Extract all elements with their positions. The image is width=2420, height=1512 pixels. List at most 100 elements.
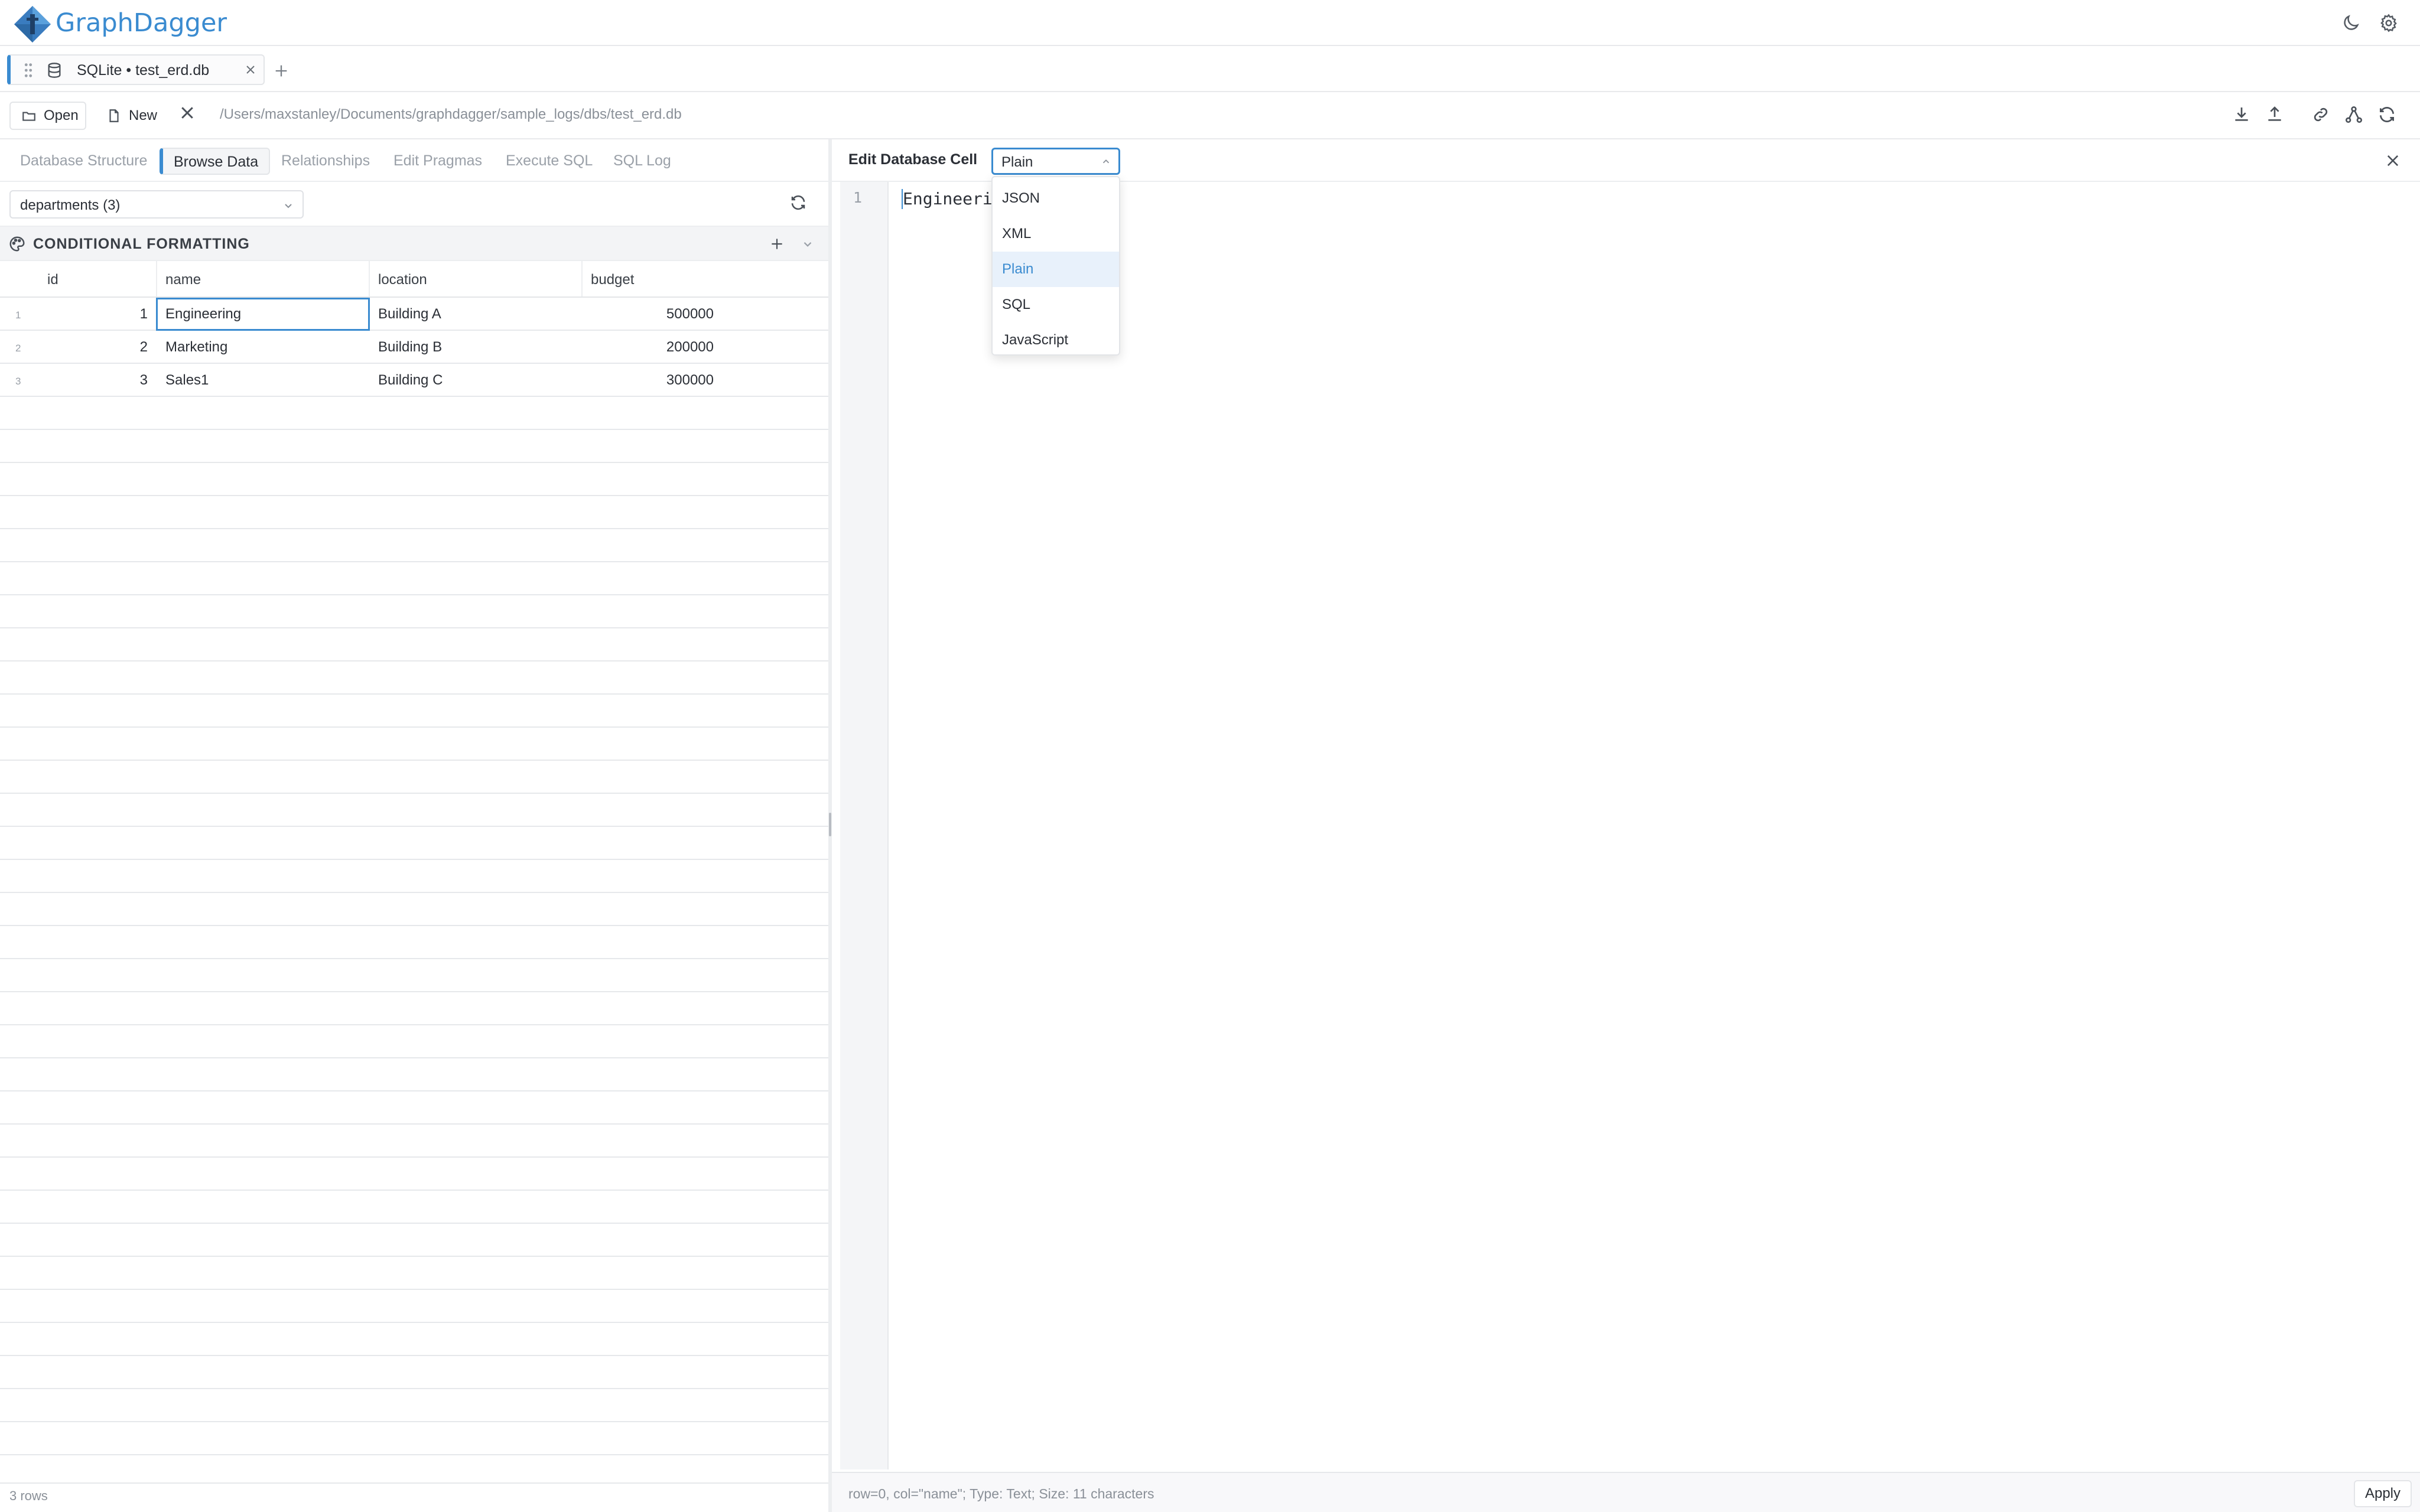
upload-icon[interactable] [2265, 105, 2284, 124]
empty-row [0, 992, 828, 1025]
chevron-up-icon [1101, 157, 1111, 167]
open-button[interactable]: Open [9, 102, 86, 130]
empty-row [0, 1389, 828, 1422]
empty-row [0, 1025, 828, 1058]
gear-icon[interactable] [2379, 13, 2399, 33]
empty-row [0, 761, 828, 794]
tab-label: SQLite • test_erd.db [77, 62, 210, 79]
plus-icon[interactable] [769, 236, 785, 252]
splitter-handle[interactable] [829, 813, 831, 836]
refresh-icon[interactable] [2377, 105, 2396, 124]
empty-row [0, 1290, 828, 1323]
empty-row [0, 529, 828, 562]
conditional-formatting-bar[interactable]: CONDITIONAL FORMATTING [0, 226, 828, 261]
link-icon[interactable] [2311, 105, 2330, 124]
apply-button[interactable]: Apply [2354, 1480, 2412, 1507]
empty-row [0, 893, 828, 926]
empty-row [0, 1422, 828, 1455]
empty-row [0, 1125, 828, 1158]
drag-grip-icon[interactable] [22, 63, 34, 78]
tab-browse-data[interactable]: Browse Data [160, 148, 271, 175]
edit-cell-footer: row=0, col="name"; Type: Text; Size: 11 … [832, 1472, 2420, 1512]
mode-option-plain[interactable]: Plain [993, 252, 1119, 287]
column-header-id[interactable]: id [47, 272, 58, 288]
cell-id[interactable]: 3 [89, 372, 148, 389]
chevron-down-icon [282, 200, 294, 211]
cell-budget[interactable]: 300000 [591, 372, 714, 389]
tab-sql-log[interactable]: SQL Log [603, 148, 682, 175]
mode-option-json[interactable]: JSON [993, 181, 1119, 216]
moon-icon[interactable] [2341, 13, 2361, 33]
tab-edit-pragmas[interactable]: Edit Pragmas [383, 148, 493, 175]
empty-row [0, 695, 828, 728]
cell-location[interactable]: Building A [378, 306, 441, 322]
tab-relationships[interactable]: Relationships [271, 148, 380, 175]
graphdagger-logo-icon [13, 5, 52, 44]
edit-cell-title: Edit Database Cell [848, 151, 978, 168]
cell-location[interactable]: Building B [378, 339, 442, 356]
grid-body: 1 1 Engineering Building A 500000 2 2 Ma… [0, 298, 828, 1482]
refresh-icon[interactable] [789, 194, 807, 211]
conditional-formatting-title: CONDITIONAL FORMATTING [33, 236, 250, 252]
empty-row [0, 628, 828, 662]
empty-row [0, 1191, 828, 1224]
table-row[interactable]: 1 1 Engineering Building A 500000 [0, 298, 828, 331]
add-tab-button[interactable] [273, 63, 290, 79]
empty-row [0, 959, 828, 992]
tab-execute-sql[interactable]: Execute SQL [495, 148, 603, 175]
palette-icon [8, 235, 26, 253]
column-header-location[interactable]: location [378, 272, 427, 288]
tab-sqlite-db[interactable]: SQLite • test_erd.db [7, 54, 265, 85]
mode-option-sql[interactable]: SQL [993, 287, 1119, 322]
line-gutter: 1 [840, 182, 889, 1469]
cell-budget[interactable]: 200000 [591, 339, 714, 356]
empty-row [0, 1158, 828, 1191]
sub-tabs: Database Structure Browse Data Relations… [0, 139, 828, 182]
tab-database-structure[interactable]: Database Structure [9, 148, 158, 175]
download-icon[interactable] [2232, 105, 2251, 124]
folder-open-icon [21, 108, 37, 123]
editor-text[interactable]: Engineerin [903, 189, 1003, 208]
cell-id[interactable]: 1 [89, 306, 148, 322]
tab-strip: SQLite • test_erd.db [0, 46, 2420, 92]
cell-status: row=0, col="name"; Type: Text; Size: 11 … [848, 1486, 1154, 1501]
cell-name[interactable]: Marketing [165, 339, 227, 356]
empty-row [0, 1323, 828, 1356]
row-count: 3 rows [9, 1488, 48, 1503]
cell-id[interactable]: 2 [89, 339, 148, 356]
empty-row [0, 1091, 828, 1125]
cell-name[interactable]: Sales1 [165, 372, 209, 389]
mode-option-javascript[interactable]: JavaScript [993, 322, 1119, 358]
database-icon [46, 62, 63, 79]
cell-location[interactable]: Building C [378, 372, 443, 389]
mode-option-xml[interactable]: XML [993, 216, 1119, 252]
column-header-name[interactable]: name [165, 272, 201, 288]
empty-row [0, 463, 828, 496]
title-bar: GraphDagger [0, 0, 2420, 46]
cell-budget[interactable]: 500000 [591, 306, 714, 322]
table-select[interactable]: departments (3) [9, 190, 304, 219]
close-icon[interactable] [245, 64, 256, 76]
row-number: 1 [15, 309, 21, 321]
close-database-button[interactable] [178, 104, 196, 122]
empty-row [0, 860, 828, 893]
column-divider [581, 261, 583, 296]
column-header-budget[interactable]: budget [591, 272, 634, 288]
row-number: 3 [15, 376, 21, 387]
column-divider [156, 261, 157, 296]
cell-editor[interactable]: 1 Engineerin [840, 182, 2420, 1469]
left-pane: Database Structure Browse Data Relations… [0, 139, 828, 1512]
table-row[interactable]: 3 3 Sales1 Building C 300000 [0, 364, 828, 397]
file-icon [106, 108, 122, 123]
graph-icon[interactable] [2344, 105, 2363, 124]
close-icon[interactable] [2385, 152, 2401, 169]
chevron-down-icon[interactable] [801, 237, 814, 250]
table-row[interactable]: 2 2 Marketing Building B 200000 [0, 331, 828, 364]
empty-row [0, 794, 828, 827]
grid-header: id name location budget [0, 261, 828, 298]
empty-row [0, 595, 828, 628]
new-button[interactable]: New [95, 102, 165, 130]
empty-row [0, 926, 828, 959]
mode-select-value: Plain [1001, 154, 1033, 170]
mode-select[interactable]: Plain [991, 148, 1120, 175]
